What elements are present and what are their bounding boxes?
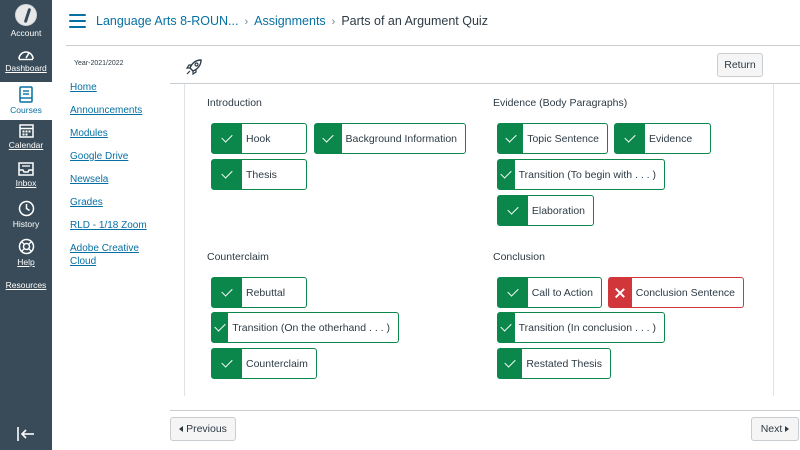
menu-toggle-icon[interactable] bbox=[69, 14, 86, 28]
global-nav-account[interactable]: Account bbox=[0, 4, 52, 38]
check-icon bbox=[615, 124, 645, 153]
return-button[interactable]: Return bbox=[717, 53, 763, 77]
global-nav-label: Resources bbox=[5, 280, 47, 290]
chip-label: Hook bbox=[246, 132, 271, 145]
check-icon bbox=[212, 349, 242, 378]
course-nav-google-drive[interactable]: Google Drive bbox=[70, 150, 166, 163]
course-nav-home[interactable]: Home bbox=[70, 81, 166, 94]
year-label: Year-2021/2022 bbox=[74, 60, 124, 67]
chip-label: Transition (On the otherhand . . . ) bbox=[232, 321, 390, 334]
course-nav-announcements[interactable]: Announcements bbox=[70, 104, 166, 117]
chip-label: Call to Action bbox=[531, 286, 593, 299]
help-icon bbox=[18, 238, 34, 255]
course-nav-grades[interactable]: Grades bbox=[70, 196, 166, 209]
answer-chip-transition-in-conclusion: Transition (In conclusion . . . ) bbox=[497, 312, 665, 343]
breadcrumb-assignments[interactable]: Assignments bbox=[254, 14, 326, 28]
answer-chip-rebuttal: Rebuttal bbox=[211, 277, 307, 308]
global-nav-label: History bbox=[12, 219, 40, 229]
section-title-introduction: Introduction bbox=[207, 97, 262, 109]
breadcrumb-current: Parts of an Argument Quiz bbox=[341, 14, 488, 28]
section-title-counterclaim: Counterclaim bbox=[207, 251, 269, 263]
footer-divider bbox=[170, 410, 800, 411]
dashboard-icon bbox=[18, 51, 34, 61]
courses-icon bbox=[19, 86, 33, 103]
global-nav-label: Dashboard bbox=[5, 63, 47, 73]
course-nav-adobe[interactable]: Adobe Creative Cloud bbox=[70, 242, 166, 268]
check-icon bbox=[498, 124, 524, 153]
global-nav-dashboard[interactable]: Dashboard bbox=[0, 47, 52, 73]
check-icon bbox=[315, 124, 342, 153]
breadcrumb-course[interactable]: Language Arts 8-ROUN... bbox=[96, 14, 238, 28]
chip-label: Counterclaim bbox=[246, 357, 308, 370]
global-nav-history[interactable]: History bbox=[0, 200, 52, 229]
calendar-icon bbox=[18, 124, 34, 138]
next-button[interactable]: Next bbox=[751, 417, 799, 441]
next-label: Next bbox=[760, 423, 783, 435]
previous-button[interactable]: Previous bbox=[170, 417, 236, 441]
answer-chip-thesis: Thesis bbox=[211, 159, 307, 190]
close-x-icon bbox=[609, 278, 632, 307]
check-icon bbox=[498, 278, 528, 307]
global-nav-inbox[interactable]: Inbox bbox=[0, 162, 52, 188]
chip-label: Transition (To begin with . . . ) bbox=[518, 168, 656, 181]
chip-label: Thesis bbox=[246, 168, 277, 181]
history-icon bbox=[18, 200, 34, 217]
global-nav-label: Account bbox=[10, 28, 42, 38]
global-nav: Account Dashboard Courses Calendar Inbox… bbox=[0, 0, 52, 450]
chip-label: Transition (In conclusion . . . ) bbox=[518, 321, 656, 334]
section-title-evidence: Evidence (Body Paragraphs) bbox=[493, 97, 628, 109]
answer-chip-restated-thesis: Restated Thesis bbox=[497, 348, 611, 379]
chip-label: Background Information bbox=[345, 132, 457, 145]
breadcrumb: Language Arts 8-ROUN... › Assignments › Part… bbox=[96, 14, 488, 28]
chip-label: Rebuttal bbox=[246, 286, 286, 299]
chevron-right-icon: › bbox=[331, 16, 336, 28]
global-nav-courses[interactable]: Courses bbox=[0, 82, 52, 120]
chevron-right-icon: › bbox=[244, 16, 249, 28]
answer-chip-elaboration: Elaboration bbox=[497, 195, 594, 226]
global-nav-label: Help bbox=[17, 257, 35, 267]
check-icon bbox=[498, 196, 528, 225]
global-nav-label: Calendar bbox=[8, 140, 44, 150]
course-nav-zoom[interactable]: RLD - 1/18 Zoom bbox=[70, 219, 166, 232]
inbox-icon bbox=[18, 162, 34, 176]
caret-right-icon bbox=[785, 426, 790, 432]
global-nav-help[interactable]: Help bbox=[0, 238, 52, 267]
collapse-nav-icon[interactable] bbox=[15, 424, 37, 444]
answer-chip-counterclaim: Counterclaim bbox=[211, 348, 317, 379]
check-icon bbox=[212, 124, 242, 153]
answer-chip-hook: Hook bbox=[211, 123, 307, 154]
chip-label: Elaboration bbox=[531, 204, 585, 217]
answer-chip-background-information: Background Information bbox=[314, 123, 466, 154]
course-nav-newsela[interactable]: Newsela bbox=[70, 173, 166, 186]
chip-label: Topic Sentence bbox=[527, 132, 599, 145]
check-icon bbox=[212, 278, 242, 307]
chip-label: Restated Thesis bbox=[526, 357, 602, 370]
global-nav-resources[interactable]: Resources bbox=[0, 280, 52, 290]
chip-label: Evidence bbox=[649, 132, 693, 145]
answer-chip-topic-sentence: Topic Sentence bbox=[497, 123, 608, 154]
previous-label: Previous bbox=[186, 423, 227, 435]
check-icon bbox=[498, 349, 523, 378]
caret-left-icon bbox=[179, 426, 184, 432]
check-icon bbox=[212, 160, 242, 189]
answer-chip-transition-to-begin: Transition (To begin with . . . ) bbox=[497, 159, 665, 190]
global-nav-calendar[interactable]: Calendar bbox=[0, 123, 52, 150]
answer-chip-evidence: Evidence bbox=[614, 123, 711, 154]
global-nav-label: Courses bbox=[10, 105, 42, 115]
rocket-icon[interactable] bbox=[184, 57, 204, 77]
check-icon bbox=[212, 313, 229, 342]
section-title-conclusion: Conclusion bbox=[493, 251, 545, 263]
answer-chip-conclusion-sentence: Conclusion Sentence bbox=[608, 277, 744, 308]
course-nav: Home Announcements Modules Google Drive … bbox=[70, 81, 166, 278]
answer-chip-transition-otherhand: Transition (On the otherhand . . . ) bbox=[211, 312, 399, 343]
check-icon bbox=[498, 160, 515, 189]
answer-chip-call-to-action: Call to Action bbox=[497, 277, 602, 308]
course-nav-modules[interactable]: Modules bbox=[70, 127, 166, 140]
global-nav-label: Inbox bbox=[15, 178, 37, 188]
avatar-icon bbox=[15, 4, 37, 26]
check-icon bbox=[498, 313, 515, 342]
chip-label: Conclusion Sentence bbox=[635, 286, 735, 299]
header-divider bbox=[66, 45, 800, 46]
